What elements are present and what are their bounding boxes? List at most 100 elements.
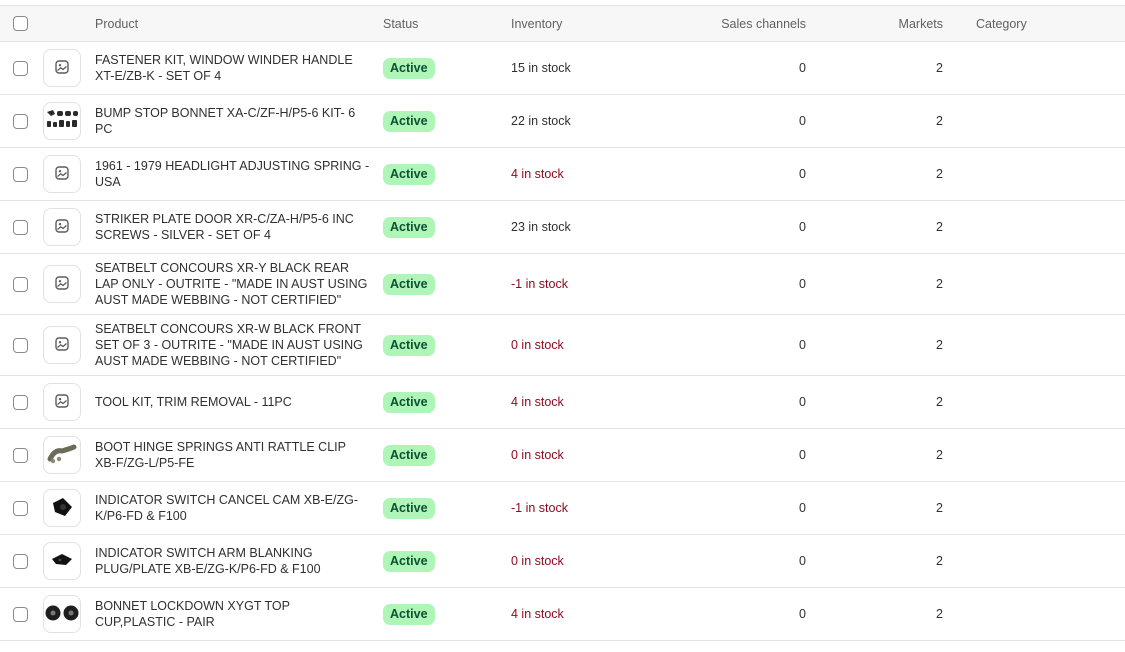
table-row[interactable]: TOOL KIT, TRIM REMOVAL - 11PC Active 4 in … [0, 376, 1125, 429]
product-title[interactable]: SEATBELT CONCOURS XR-W BLACK FRONT SET O… [95, 315, 370, 375]
product-thumbnail[interactable] [43, 265, 81, 303]
table-row[interactable]: 1961 - 1979 HEADLIGHT ADJUSTING SPRING -… [0, 148, 1125, 201]
inventory-cell: -1 in stock [511, 254, 568, 314]
product-title-text[interactable]: INDICATOR SWITCH CANCEL CAM XB-E/ZG-K/P6… [95, 492, 370, 524]
product-title[interactable]: 1961 - 1979 HEADLIGHT ADJUSTING SPRING -… [95, 148, 370, 200]
sales-channels-cell: 0 [660, 376, 806, 428]
column-header-inventory[interactable]: Inventory [511, 6, 562, 41]
row-checkbox[interactable] [13, 166, 28, 182]
row-checkbox[interactable] [13, 553, 28, 569]
product-thumbnail[interactable] [43, 208, 81, 246]
row-checkbox[interactable] [13, 447, 28, 463]
sales-channels-count: 0 [799, 501, 806, 515]
product-thumbnail[interactable] [43, 436, 81, 474]
product-title-text[interactable]: TOOL KIT, TRIM REMOVAL - 11PC [95, 394, 292, 410]
table-row[interactable]: BONNET LOCKDOWN XYGT TOP CUP,PLASTIC - P… [0, 588, 1125, 641]
product-title[interactable]: INDICATOR SWITCH CANCEL CAM XB-E/ZG-K/P6… [95, 482, 370, 534]
sales-channels-cell: 0 [660, 148, 806, 200]
sales-channels-count: 0 [799, 61, 806, 75]
status-badge: Active [383, 550, 435, 572]
markets-cell: 2 [860, 95, 943, 147]
product-thumbnail[interactable] [43, 155, 81, 193]
table-row[interactable]: INDICATOR SWITCH ARM BLANKING PLUG/PLATE… [0, 535, 1125, 588]
column-header-category[interactable]: Category [976, 6, 1027, 41]
inventory-cell: -1 in stock [511, 482, 568, 534]
bump-stops-photo [45, 108, 79, 135]
markets-cell: 2 [860, 482, 943, 534]
product-title[interactable]: BONNET LOCKDOWN XYGT TOP CUP,PLASTIC - P… [95, 588, 370, 640]
status-cell: Active [383, 535, 435, 587]
column-header-product[interactable]: Product [95, 6, 370, 41]
inventory-count: -1 in stock [511, 277, 568, 291]
product-title[interactable]: BUMP STOP BONNET XA-C/ZF-H/P5-6 KIT- 6 P… [95, 95, 370, 147]
product-thumbnail[interactable] [43, 49, 81, 87]
row-checkbox[interactable] [13, 219, 28, 235]
product-title-text[interactable]: BUMP STOP BONNET XA-C/ZF-H/P5-6 KIT- 6 P… [95, 105, 370, 137]
product-title-text[interactable]: BOOT HINGE SPRINGS ANTI RATTLE CLIP XB-F… [95, 439, 370, 471]
product-title[interactable]: SEATBELT CONCOURS XR-Y BLACK REAR LAP ON… [95, 254, 370, 314]
row-checkbox[interactable] [13, 606, 28, 622]
table-row[interactable]: INDICATOR SWITCH CANCEL CAM XB-E/ZG-K/P6… [0, 482, 1125, 535]
row-checkbox[interactable] [13, 276, 28, 292]
status-badge: Active [383, 444, 435, 466]
product-thumbnail[interactable] [43, 542, 81, 580]
markets-cell: 2 [860, 315, 943, 375]
product-thumbnail[interactable] [43, 383, 81, 421]
column-header-status[interactable]: Status [383, 6, 418, 41]
inventory-cell: 0 in stock [511, 535, 564, 587]
table-row[interactable]: SEATBELT CONCOURS XR-W BLACK FRONT SET O… [0, 315, 1125, 376]
inventory-cell: 23 in stock [511, 201, 571, 253]
product-title-text[interactable]: INDICATOR SWITCH ARM BLANKING PLUG/PLATE… [95, 545, 370, 577]
sales-channels-cell: 0 [660, 42, 806, 94]
blanking-plug-photo [49, 550, 75, 573]
product-title[interactable]: BOOT HINGE SPRINGS ANTI RATTLE CLIP XB-F… [95, 429, 370, 481]
row-checkbox[interactable] [13, 337, 28, 353]
product-title-text[interactable]: STRIKER PLATE DOOR XR-C/ZA-H/P5-6 INC SC… [95, 211, 370, 243]
status-cell: Active [383, 95, 435, 147]
table-row[interactable]: BOOT HINGE SPRINGS ANTI RATTLE CLIP XB-F… [0, 429, 1125, 482]
product-title[interactable]: STRIKER PLATE DOOR XR-C/ZA-H/P5-6 INC SC… [95, 201, 370, 253]
row-checkbox[interactable] [13, 60, 28, 76]
product-title[interactable]: TOOL KIT, TRIM REMOVAL - 11PC [95, 376, 370, 428]
product-title-text[interactable]: SEATBELT CONCOURS XR-Y BLACK REAR LAP ON… [95, 260, 370, 308]
table-row[interactable]: BUMP STOP BONNET XA-C/ZF-H/P5-6 KIT- 6 P… [0, 95, 1125, 148]
row-select-cell [13, 95, 31, 147]
status-badge: Active [383, 497, 435, 519]
sales-channels-count: 0 [799, 554, 806, 568]
product-title[interactable]: INDICATOR SWITCH ARM BLANKING PLUG/PLATE… [95, 535, 370, 587]
product-thumbnail-cell [43, 482, 81, 534]
status-cell: Active [383, 148, 435, 200]
status-cell: Active [383, 376, 435, 428]
product-thumbnail[interactable] [43, 326, 81, 364]
product-thumbnail[interactable] [43, 595, 81, 633]
row-checkbox[interactable] [13, 113, 28, 129]
row-checkbox[interactable] [13, 500, 28, 516]
product-thumbnail[interactable] [43, 102, 81, 140]
image-placeholder-icon [55, 275, 69, 293]
column-header-markets[interactable]: Markets [860, 6, 943, 41]
product-thumbnail[interactable] [43, 489, 81, 527]
sales-channels-count: 0 [799, 607, 806, 621]
inventory-cell: 4 in stock [511, 376, 564, 428]
inventory-count: 23 in stock [511, 220, 571, 234]
table-row[interactable]: SEATBELT CONCOURS XR-Y BLACK REAR LAP ON… [0, 254, 1125, 315]
product-title-text[interactable]: 1961 - 1979 HEADLIGHT ADJUSTING SPRING -… [95, 158, 370, 190]
markets-cell: 2 [860, 254, 943, 314]
image-placeholder-icon [55, 165, 69, 183]
top-cups-photo [44, 603, 80, 626]
status-badge: Active [383, 603, 435, 625]
select-all-checkbox[interactable] [13, 16, 28, 31]
product-title-text[interactable]: BONNET LOCKDOWN XYGT TOP CUP,PLASTIC - P… [95, 598, 370, 630]
product-thumbnail-cell [43, 315, 81, 375]
product-title-text[interactable]: SEATBELT CONCOURS XR-W BLACK FRONT SET O… [95, 321, 370, 369]
product-title[interactable]: FASTENER KIT, WINDOW WINDER HANDLE XT-E/… [95, 42, 370, 94]
table-header: Product Status Inventory Sales channels … [0, 5, 1125, 42]
product-thumbnail-cell [43, 42, 81, 94]
product-thumbnail-cell [43, 429, 81, 481]
table-row[interactable]: FASTENER KIT, WINDOW WINDER HANDLE XT-E/… [0, 42, 1125, 95]
column-header-sales-channels[interactable]: Sales channels [660, 6, 806, 41]
row-checkbox[interactable] [13, 394, 28, 410]
table-row[interactable]: STRIKER PLATE DOOR XR-C/ZA-H/P5-6 INC SC… [0, 201, 1125, 254]
product-title-text[interactable]: FASTENER KIT, WINDOW WINDER HANDLE XT-E/… [95, 52, 370, 84]
products-table: Product Status Inventory Sales channels … [0, 5, 1125, 641]
